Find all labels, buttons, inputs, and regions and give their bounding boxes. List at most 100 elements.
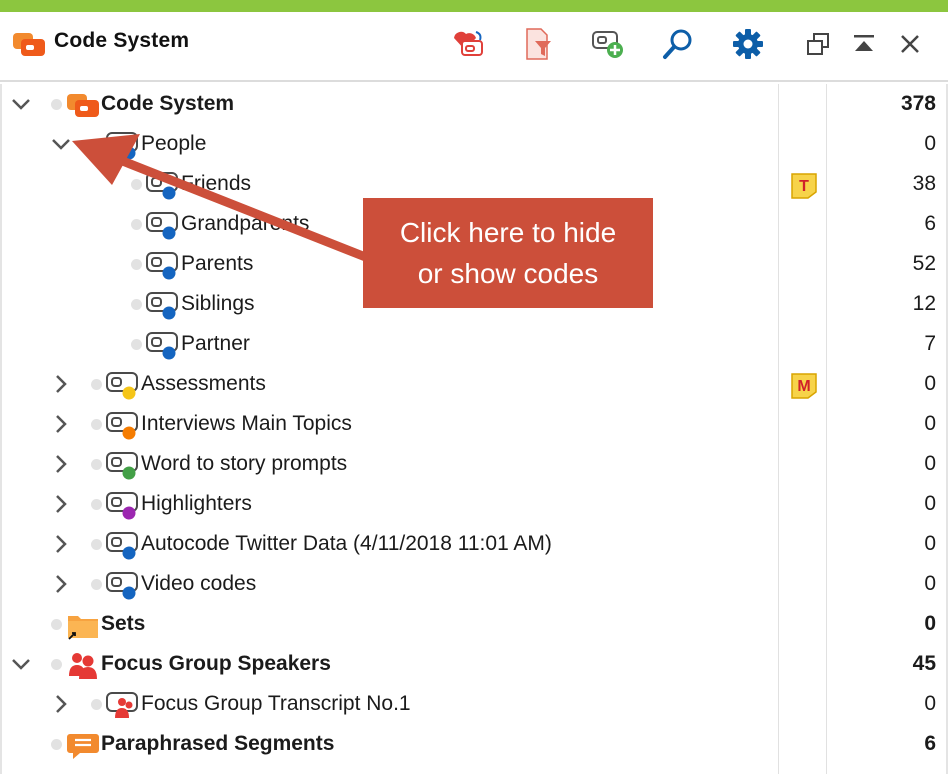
activation-dot[interactable] bbox=[51, 659, 62, 670]
activation-dot[interactable] bbox=[131, 179, 142, 190]
tree-row[interactable]: Word to story prompts 0 bbox=[0, 444, 948, 484]
activation-dot[interactable] bbox=[91, 579, 102, 590]
paraphrase-icon bbox=[66, 730, 100, 760]
chevron-down-icon[interactable] bbox=[10, 653, 32, 675]
callout-line-2: or show codes bbox=[417, 258, 599, 289]
chevron-right-icon[interactable] bbox=[50, 413, 72, 435]
tree-item-label: Siblings bbox=[181, 292, 255, 315]
memo-badge-icon[interactable]: T bbox=[790, 172, 818, 200]
tree-item-label: Autocode Twitter Data (4/11/2018 11:01 A… bbox=[141, 532, 552, 555]
chevron-down-icon[interactable] bbox=[50, 133, 72, 155]
undock-button[interactable] bbox=[798, 24, 838, 64]
coded-segments-count: 0 bbox=[924, 372, 936, 395]
tree-row[interactable]: Highlighters 0 bbox=[0, 484, 948, 524]
code-tag-icon bbox=[146, 170, 180, 200]
code-system-icon bbox=[13, 33, 45, 56]
tree-item-label: Focus Group Speakers bbox=[101, 652, 331, 675]
chevron-right-icon[interactable] bbox=[50, 573, 72, 595]
chevron-right-icon[interactable] bbox=[50, 533, 72, 555]
code-tag-icon bbox=[106, 490, 140, 520]
activation-dot[interactable] bbox=[131, 299, 142, 310]
tree-row[interactable]: People 0 bbox=[0, 124, 948, 164]
tree-row[interactable]: Partner 7 bbox=[0, 324, 948, 364]
tree-row[interactable]: Interviews Main Topics 0 bbox=[0, 404, 948, 444]
activation-dot[interactable] bbox=[51, 619, 62, 630]
activation-dot[interactable] bbox=[91, 419, 102, 430]
tree-item-label: Grandparents bbox=[181, 212, 310, 235]
coded-segments-count: 0 bbox=[924, 132, 936, 155]
sets-folder-icon bbox=[66, 610, 100, 640]
tree-item-label: Friends bbox=[181, 172, 252, 195]
tree-item-label: Assessments bbox=[141, 372, 266, 395]
coded-segments-count: 0 bbox=[924, 692, 936, 715]
activation-dot[interactable] bbox=[91, 699, 102, 710]
chevron-right-icon[interactable] bbox=[50, 693, 72, 715]
tree-item-label: People bbox=[141, 132, 207, 155]
tree-row[interactable]: Assessments M 0 bbox=[0, 364, 948, 404]
svg-text:M: M bbox=[797, 378, 810, 395]
tree-item-label: Sets bbox=[101, 612, 146, 635]
tree-row[interactable]: Paraphrased Segments 6 bbox=[0, 724, 948, 764]
code-tag-icon bbox=[106, 130, 140, 160]
memo-badge-icon[interactable]: M bbox=[790, 372, 818, 400]
activation-dot[interactable] bbox=[91, 499, 102, 510]
activation-dot[interactable] bbox=[91, 139, 102, 150]
coded-segments-count: 0 bbox=[924, 412, 936, 435]
close-icon bbox=[901, 35, 919, 53]
speakers-icon bbox=[66, 650, 100, 680]
tree-row[interactable]: Video codes 0 bbox=[0, 564, 948, 604]
filter-icon bbox=[526, 28, 551, 60]
coded-segments-count: 0 bbox=[924, 572, 936, 595]
code-tag-icon bbox=[146, 210, 180, 240]
accent-strip bbox=[0, 0, 948, 12]
code-tag-icon bbox=[106, 530, 140, 560]
coded-segments-count: 6 bbox=[924, 212, 936, 235]
activation-dot[interactable] bbox=[91, 459, 102, 470]
maximize-icon bbox=[854, 35, 874, 51]
chevron-right-icon[interactable] bbox=[50, 453, 72, 475]
activation-dot[interactable] bbox=[91, 379, 102, 390]
coded-segments-count: 0 bbox=[924, 532, 936, 555]
tree-row[interactable]: Code System 378 bbox=[0, 84, 948, 124]
tree-item-label: Parents bbox=[181, 252, 254, 275]
close-button[interactable] bbox=[890, 24, 930, 64]
chevron-right-icon[interactable] bbox=[50, 493, 72, 515]
tree-item-label: Video codes bbox=[141, 572, 257, 595]
chevron-down-icon[interactable] bbox=[10, 93, 32, 115]
tree-row[interactable]: Focus Group Transcript No.1 0 bbox=[0, 684, 948, 724]
undock-icon bbox=[807, 33, 829, 55]
code-tag-icon bbox=[146, 250, 180, 280]
code-tag-icon bbox=[106, 370, 140, 400]
coded-segments-count: 52 bbox=[912, 252, 936, 275]
tooltip-callout: Click here to hide or show codes bbox=[363, 198, 653, 308]
activation-dot[interactable] bbox=[131, 339, 142, 350]
activation-dot[interactable] bbox=[131, 259, 142, 270]
code-tag-icon bbox=[106, 570, 140, 600]
tree-item-label: Paraphrased Segments bbox=[101, 732, 335, 755]
tree-item-label: Focus Group Transcript No.1 bbox=[141, 692, 411, 715]
tree-row[interactable]: Focus Group Speakers 45 bbox=[0, 644, 948, 684]
settings-button[interactable] bbox=[728, 24, 768, 64]
tree-item-label: Interviews Main Topics bbox=[141, 412, 352, 435]
tree-item-label: Word to story prompts bbox=[141, 452, 348, 475]
filter-button[interactable] bbox=[518, 24, 558, 64]
svg-text:T: T bbox=[799, 178, 809, 195]
activation-dot[interactable] bbox=[51, 739, 62, 750]
new-code-button[interactable] bbox=[588, 24, 628, 64]
search-button[interactable] bbox=[658, 24, 698, 64]
tree-row[interactable]: Autocode Twitter Data (4/11/2018 11:01 A… bbox=[0, 524, 948, 564]
tree-item-label: Code System bbox=[101, 92, 235, 115]
coded-segments-count: 12 bbox=[912, 292, 936, 315]
coded-segments-count: 7 bbox=[924, 332, 936, 355]
activation-dot[interactable] bbox=[131, 219, 142, 230]
coded-segments-count: 38 bbox=[912, 172, 936, 195]
tree-row[interactable]: Sets 0 bbox=[0, 604, 948, 644]
search-icon bbox=[663, 29, 692, 59]
activation-dot[interactable] bbox=[51, 99, 62, 110]
chevron-right-icon[interactable] bbox=[50, 373, 72, 395]
activation-dot[interactable] bbox=[91, 539, 102, 550]
coded-segments-count: 45 bbox=[912, 652, 936, 675]
maximize-button[interactable] bbox=[844, 24, 884, 64]
reset-activations-button[interactable] bbox=[448, 24, 488, 64]
coded-segments-count: 378 bbox=[900, 92, 936, 115]
